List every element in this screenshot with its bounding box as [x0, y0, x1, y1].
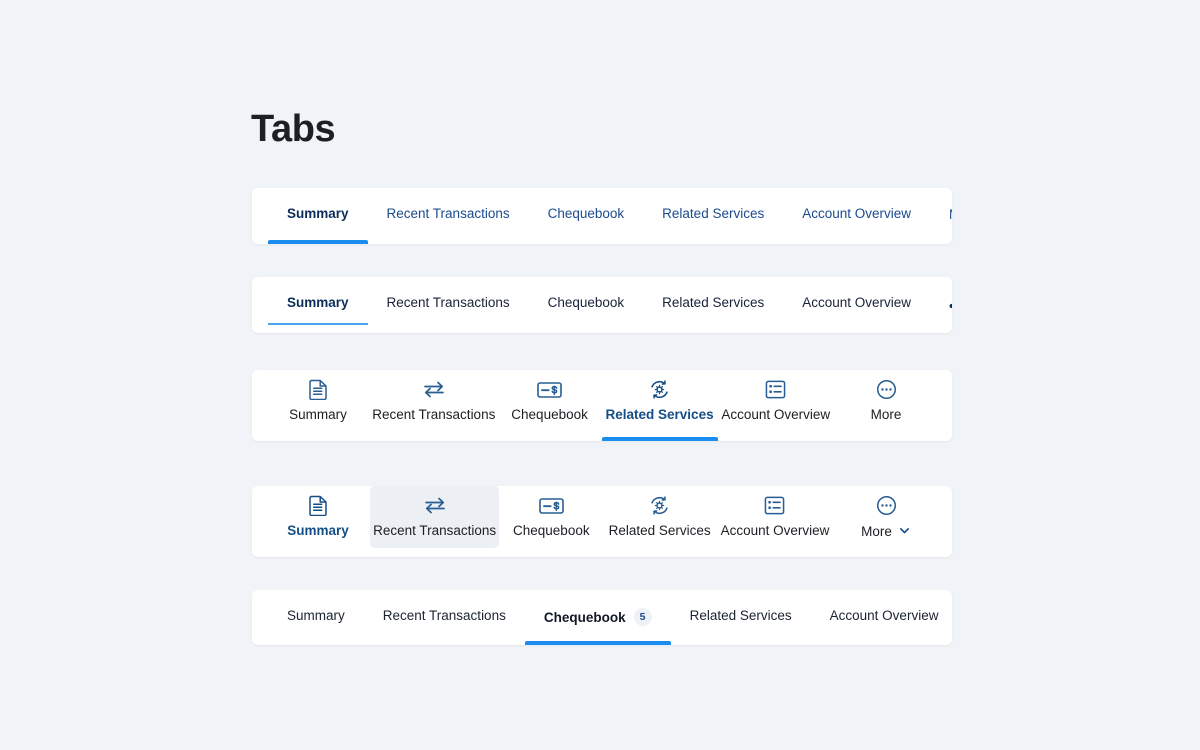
tab-recent-transactions[interactable]: Recent Transactions [368, 188, 529, 244]
tab-label: Related Services [662, 206, 765, 221]
tab-label: Related Services [689, 608, 792, 623]
gear-refresh-icon [649, 379, 670, 400]
tab-recent-transactions[interactable]: Recent Transactions [370, 370, 498, 432]
tabset-icon-tabs-hover: Summary Recent Transactions Chequebook R… [252, 486, 952, 557]
tab-chequebook[interactable]: Chequebook [499, 486, 603, 548]
tab-summary[interactable]: Summary [268, 188, 368, 244]
tab-more[interactable]: More [834, 370, 938, 432]
document-icon [308, 495, 328, 517]
tab-label: Account Overview [829, 608, 939, 623]
tab-list: Summary Recent Transactions Chequebook R… [252, 370, 952, 441]
tab-label: Chequebook [511, 407, 588, 422]
tab-account-overview[interactable]: Account Overview [783, 188, 930, 244]
tab-label: More [870, 407, 902, 422]
tab-summary[interactable]: Summary [268, 590, 364, 645]
tab-related-services[interactable]: Related Services [671, 590, 811, 645]
tab-label: Recent Transactions [373, 523, 497, 538]
tab-label: Account Overview [721, 407, 831, 422]
tab-related-services[interactable]: Related Services [643, 188, 783, 244]
tab-chequebook[interactable]: Chequebook 5 [524, 590, 671, 645]
page-title: Tabs [251, 108, 336, 150]
chevron-down-icon [898, 524, 911, 540]
list-overview-icon [764, 495, 785, 516]
tab-chequebook-inner: Chequebook 5 [544, 608, 652, 626]
tab-related-services[interactable]: Related Services [643, 277, 783, 333]
tab-label: Chequebook [513, 523, 590, 538]
transfer-arrows-icon [423, 379, 445, 400]
tab-label: Chequebook [543, 609, 626, 625]
tab-recent-transactions[interactable]: Recent Transactions [370, 486, 500, 548]
tab-list: Summary Recent Transactions Chequebook R… [252, 188, 952, 244]
tab-recent-transactions[interactable]: Recent Transactions [364, 590, 525, 645]
tab-list: Summary Recent Transactions Chequebook R… [252, 277, 952, 333]
tab-label: Recent Transactions [382, 608, 506, 623]
tab-label: More [949, 207, 952, 222]
circle-ellipsis-icon [876, 379, 897, 400]
tabset-badge-tabs: Summary Recent Transactions Chequebook 5… [252, 590, 952, 645]
tab-label: Summary [289, 407, 347, 422]
tab-account-overview[interactable]: Account Overview [716, 486, 834, 548]
tab-more[interactable]: More [834, 486, 938, 548]
tab-label: Account Overview [802, 206, 912, 221]
tab-label: Related Services [608, 523, 711, 538]
tabset-underline-dark-tabs: Summary Recent Transactions Chequebook R… [252, 277, 952, 333]
tab-summary[interactable]: Summary [266, 486, 370, 548]
cheque-dollar-icon [538, 495, 564, 516]
tab-overflow-menu[interactable] [930, 277, 952, 333]
tabset-icon-tabs: Summary Recent Transactions Chequebook R… [252, 370, 952, 441]
tab-label: Summary [287, 206, 349, 221]
tab-label: Chequebook [547, 206, 625, 221]
tab-label: Summary [287, 608, 345, 623]
tab-recent-transactions[interactable]: Recent Transactions [368, 277, 529, 333]
gear-refresh-icon [649, 495, 670, 516]
tab-account-overview[interactable]: Account Overview [811, 590, 952, 645]
tab-label: Recent Transactions [386, 206, 510, 221]
tabset-underline-link-tabs: Summary Recent Transactions Chequebook R… [252, 188, 952, 244]
tab-summary[interactable]: Summary [266, 370, 370, 432]
tab-label: Related Services [605, 407, 714, 422]
tab-chequebook[interactable]: Chequebook [529, 188, 644, 244]
list-overview-icon [765, 379, 786, 400]
tab-label: Summary [287, 295, 349, 310]
tab-related-services[interactable]: Related Services [603, 486, 716, 548]
tab-related-services[interactable]: Related Services [601, 370, 718, 441]
tab-account-overview[interactable]: Account Overview [718, 370, 835, 432]
tab-label-wrap: More [861, 524, 911, 540]
status-badge: 5 [633, 608, 652, 626]
tab-label: Account Overview [720, 523, 830, 538]
circle-ellipsis-icon [876, 495, 897, 516]
tab-label: Related Services [662, 295, 765, 310]
tab-list: Summary Recent Transactions Chequebook 5… [252, 590, 952, 645]
tab-account-overview[interactable]: Account Overview [783, 277, 930, 333]
transfer-arrows-icon [424, 495, 446, 516]
tab-chequebook[interactable]: Chequebook [529, 277, 644, 333]
cheque-dollar-icon [537, 379, 562, 400]
tab-label: Summary [287, 523, 349, 538]
tab-more-inner: More [949, 206, 952, 222]
tab-chequebook[interactable]: Chequebook [498, 370, 602, 432]
tab-label: Recent Transactions [386, 295, 510, 310]
tab-label: Chequebook [547, 295, 625, 310]
tab-label: Recent Transactions [372, 407, 496, 422]
document-icon [308, 379, 328, 401]
tab-list: Summary Recent Transactions Chequebook R… [252, 486, 952, 557]
tab-more[interactable]: More [930, 188, 952, 244]
tab-summary[interactable]: Summary [268, 277, 368, 333]
page-root: Tabs Summary Recent Transactions Chequeb… [0, 0, 1200, 750]
ellipsis-icon [949, 297, 952, 312]
tab-label: More [861, 524, 892, 539]
tab-label: Account Overview [802, 295, 912, 310]
